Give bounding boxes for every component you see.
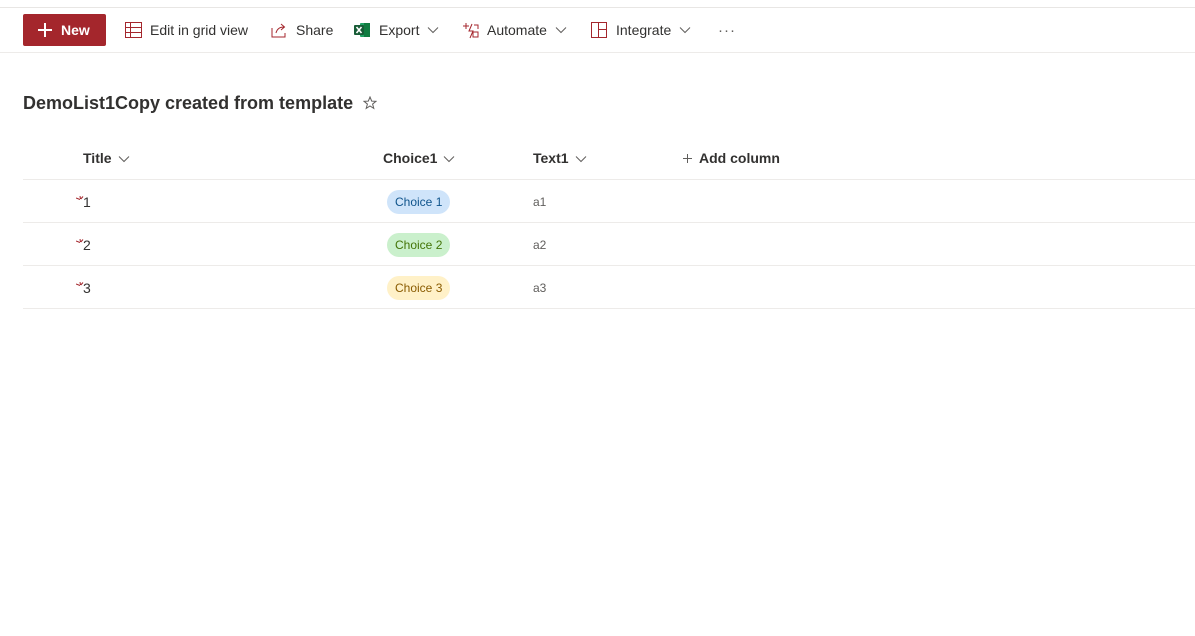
export-button[interactable]: Export	[354, 14, 439, 46]
column-header-choice1[interactable]: Choice1	[383, 136, 455, 180]
share-label: Share	[296, 22, 334, 38]
add-column-label: Add column	[699, 150, 780, 166]
list-title-row: DemoList1Copy created from template	[23, 90, 378, 116]
item-title-link[interactable]: 2	[83, 223, 91, 266]
new-button-label: New	[61, 22, 90, 38]
add-column-button[interactable]: Add column	[683, 136, 780, 180]
page-title: DemoList1Copy created from template	[23, 92, 354, 113]
table-row[interactable]: 1 Choice 1 a1	[23, 180, 1195, 223]
column-header-row: Title Choice1 Text1 Add column	[23, 136, 1195, 180]
integrate-button[interactable]: Integrate	[591, 14, 691, 46]
list-view: Title Choice1 Text1 Add column 1 Choice …	[23, 136, 1195, 309]
automate-label: Automate	[487, 22, 547, 38]
choice-cell: Choice 1	[387, 190, 451, 214]
edit-in-grid-view-button[interactable]: Edit in grid view	[125, 14, 248, 46]
integrate-label: Integrate	[616, 22, 672, 38]
table-row[interactable]: 2 Choice 2 a2	[23, 223, 1195, 266]
choice-cell: Choice 3	[387, 276, 451, 300]
command-bar: New Edit in grid view Share Export Autom…	[0, 8, 1195, 53]
more-icon: ···	[718, 21, 736, 39]
text-cell: a3	[533, 280, 547, 295]
new-button[interactable]: New	[23, 14, 106, 46]
column-header-text1-label: Text1	[533, 150, 569, 166]
column-header-title-label: Title	[83, 150, 112, 166]
chevron-down-icon	[555, 26, 567, 34]
chevron-down-icon	[443, 150, 455, 166]
column-header-choice1-label: Choice1	[383, 150, 438, 166]
text-cell: a2	[533, 237, 547, 252]
choice-pill: Choice 3	[387, 276, 451, 300]
grid-icon	[125, 22, 142, 38]
chevron-down-icon	[427, 26, 439, 34]
choice-cell: Choice 2	[387, 233, 451, 257]
edit-in-grid-view-label: Edit in grid view	[150, 22, 249, 38]
text-cell: a1	[533, 194, 547, 209]
column-header-text1[interactable]: Text1	[533, 136, 587, 180]
share-icon	[271, 22, 288, 38]
chevron-down-icon	[679, 26, 691, 34]
choice-pill: Choice 2	[387, 233, 451, 257]
item-title-link[interactable]: 3	[83, 266, 91, 309]
table-row[interactable]: 3 Choice 3 a3	[23, 266, 1195, 309]
power-automate-icon	[462, 22, 479, 39]
export-label: Export	[379, 22, 420, 38]
chevron-down-icon	[118, 150, 130, 166]
integrate-icon	[591, 22, 608, 38]
chevron-down-icon	[575, 150, 587, 166]
column-header-title[interactable]: Title	[83, 136, 130, 180]
excel-icon	[354, 22, 371, 38]
automate-button[interactable]: Automate	[462, 14, 567, 46]
star-icon[interactable]	[363, 96, 378, 110]
plus-icon	[683, 153, 692, 163]
share-button[interactable]: Share	[271, 14, 333, 46]
item-title-link[interactable]: 1	[83, 180, 91, 223]
plus-icon	[38, 23, 52, 37]
more-options-button[interactable]: ···	[718, 14, 736, 46]
choice-pill: Choice 1	[387, 190, 451, 214]
